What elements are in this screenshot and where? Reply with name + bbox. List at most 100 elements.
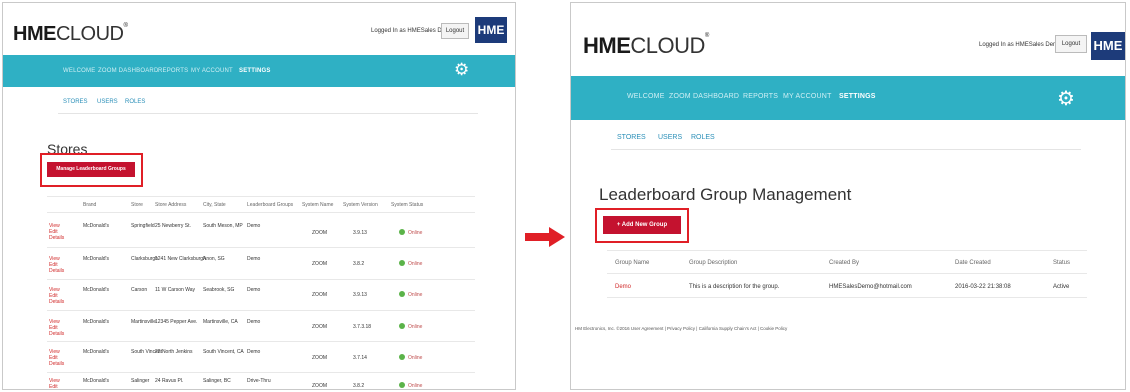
cell-city: South Vincent, CA [203,349,244,355]
subnav-roles[interactable]: ROLES [691,134,715,141]
cell-store: Springfield [131,223,155,229]
col-system-status[interactable]: System Status [391,202,423,208]
view-edit-details-link[interactable]: View Edit Details [49,349,69,367]
cell-group: Demo [247,287,261,293]
leaderboard-screenshot-panel: HMECLOUD® Logged In as HMESales Demo Log… [570,2,1126,390]
cell-status: Online [408,292,423,298]
cell-version: 3.7.14 [353,355,367,361]
cell-date-created: 2016-03-22 21:38:08 [955,284,1011,290]
cell-brand: McDonald's [83,378,109,384]
col-group-description[interactable]: Group Description [689,260,737,266]
nav-zoom-dashboard[interactable]: ZOOM DASHBOARD [98,68,158,74]
manage-leaderboard-groups-button[interactable]: Manage Leaderboard Groups [47,162,135,177]
gear-icon[interactable]: ⚙ [454,60,469,80]
cell-version: 3.9.13 [353,292,367,298]
col-city-state[interactable]: City, State [203,202,226,208]
add-new-group-button[interactable]: + Add New Group [603,216,681,234]
subnav-roles[interactable]: ROLES [125,99,145,105]
nav-zoom-dashboard[interactable]: ZOOM DASHBOARD [669,93,739,100]
subnav-divider [611,149,1081,150]
view-edit-details-link[interactable]: View Edit Details [49,319,69,337]
row-divider [47,341,475,342]
table-header-rule [47,212,475,213]
online-status-icon [399,260,405,266]
nav-settings[interactable]: SETTINGS [839,93,876,100]
online-status-icon [399,291,405,297]
cell-city: Seabrook, SG [203,287,235,293]
row-divider [47,310,475,311]
row-divider [607,297,1087,298]
cell-status: Online [408,324,423,330]
subnav-stores[interactable]: STORES [617,134,646,141]
cell-store: Salinger [131,378,150,384]
cell-group: Demo [247,319,261,325]
cell-system: ZOOM [312,324,327,330]
col-created-by[interactable]: Created By [829,260,859,266]
nav-reports[interactable]: REPORTS [743,93,778,100]
col-group-name[interactable]: Group Name [615,260,649,266]
view-edit-details-link[interactable]: View Edit Details [49,256,69,274]
table-header-rule [607,273,1087,274]
view-edit-details-link[interactable]: View Edit Details [49,223,69,241]
view-edit-details-link[interactable]: View Edit Details [49,287,69,305]
cell-description: This is a description for the group. [689,284,780,290]
col-system-version[interactable]: System Version [343,202,378,208]
hme-cloud-logo[interactable]: HMECLOUD® [583,33,709,59]
cell-brand: McDonald's [83,319,109,325]
online-status-icon [399,323,405,329]
cell-group: Drive-Thru [247,378,271,384]
footer-legal[interactable]: HM Electronics, Inc. ©2016 User Agreemen… [575,326,787,331]
cell-city: South Meson, MP [203,223,243,229]
cell-address: 11 W Carson Way [155,287,196,293]
nav-settings[interactable]: SETTINGS [239,68,271,74]
cell-status: Active [1053,284,1070,290]
hme-cloud-logo[interactable]: HMECLOUD® [13,23,128,46]
col-store-address[interactable]: Store Address [155,202,186,208]
col-status[interactable]: Status [1053,260,1070,266]
hme-badge: HME [1091,32,1125,60]
col-brand[interactable]: Brand [83,202,96,208]
cell-brand: McDonald's [83,223,109,229]
logout-button[interactable]: Logout [441,23,469,39]
online-status-icon [399,354,405,360]
cell-group: Demo [247,223,261,229]
subnav-users[interactable]: USERS [97,99,118,105]
cell-store: Carson [131,287,148,293]
col-leaderboard-groups[interactable]: Leaderboard Groups [247,202,293,208]
subnav-stores[interactable]: STORES [63,99,88,105]
cell-address: 1241 New Clarksburgh [155,256,206,262]
nav-welcome[interactable]: WELCOME [627,93,665,100]
subnav-users[interactable]: USERS [658,134,682,141]
nav-my-account[interactable]: MY ACCOUNT [191,68,233,74]
nav-welcome[interactable]: WELCOME [63,68,95,74]
col-system-name[interactable]: System Name [302,202,333,208]
cell-system: ZOOM [312,261,327,267]
table-top-rule [607,250,1087,251]
logo-tm: ® [704,33,709,39]
group-name-link[interactable]: Demo [615,284,631,290]
cell-store: Martinsville [131,319,157,325]
cell-status: Online [408,261,423,267]
col-date-created[interactable]: Date Created [955,260,991,266]
cell-brand: McDonald's [83,349,109,355]
cell-system: ZOOM [312,355,327,361]
cell-status: Online [408,383,423,389]
cell-address: 25 Newberry St. [155,223,191,229]
logo-tm: ® [123,23,128,29]
cell-address: 12345 Pepper Ave. [155,319,198,325]
col-store[interactable]: Store [131,202,143,208]
cell-system: ZOOM [312,383,327,389]
nav-my-account[interactable]: MY ACCOUNT [783,93,832,100]
nav-reports[interactable]: REPORTS [158,68,188,74]
logo-light: CLOUD [630,33,705,58]
table-top-rule [47,196,475,197]
gear-icon[interactable]: ⚙ [1057,86,1075,111]
view-edit-details-link[interactable]: View Edit Details [49,378,69,389]
cell-address: 22 North Jenkins [155,349,193,355]
logo-bold: HME [583,33,631,58]
logout-button[interactable]: Logout [1055,35,1087,53]
logo-light: CLOUD [55,23,124,45]
right-arrow-icon [525,227,565,247]
cell-city: Anon, SG [203,256,225,262]
cell-brand: McDonald's [83,256,109,262]
